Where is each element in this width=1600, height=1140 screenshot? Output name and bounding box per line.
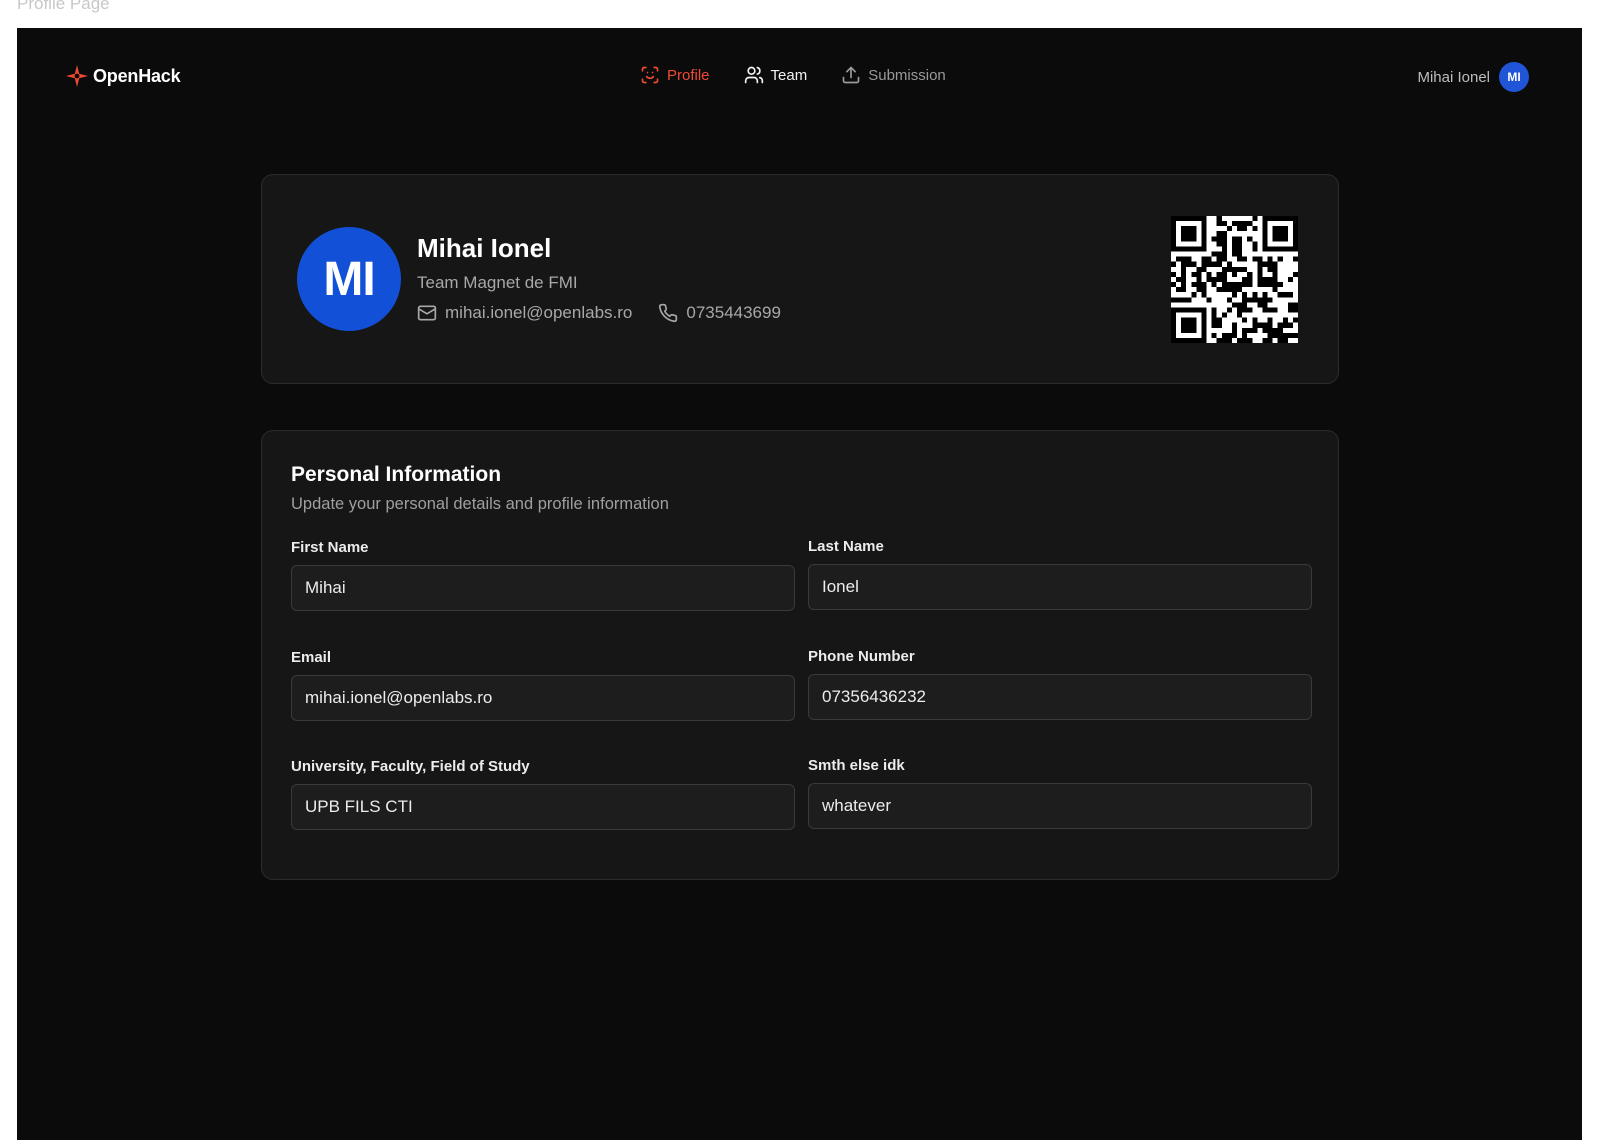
profile-team: Team Magnet de FMI — [417, 273, 578, 292]
other-field: Smth else idk — [808, 757, 1312, 829]
email-input[interactable] — [291, 675, 795, 721]
last-name-label: Last Name — [808, 538, 884, 555]
profile-avatar: MI — [297, 227, 401, 331]
frame-label: Profile Page — [17, 0, 110, 13]
main-nav: Profile Team Submission — [640, 65, 946, 85]
email-field: Email — [291, 649, 795, 721]
profile-summary-card: MI Mihai Ionel Team Magnet de FMI mihai.… — [261, 174, 1339, 384]
contact-email-text: mihai.ionel@openlabs.ro — [445, 303, 633, 322]
avatar: MI — [1499, 62, 1529, 92]
user-menu-name: Mihai Ionel — [1417, 68, 1490, 86]
university-field: University, Faculty, Field of Study — [291, 758, 795, 830]
contact-phone-text: 0735443699 — [686, 303, 781, 322]
other-input[interactable] — [808, 783, 1312, 829]
other-label: Smth else idk — [808, 757, 905, 774]
phone-label: Phone Number — [808, 648, 915, 665]
section-title: Personal Information — [291, 463, 502, 486]
first-name-field: First Name — [291, 539, 795, 611]
nav-item-label: Profile — [667, 66, 710, 84]
last-name-input[interactable] — [808, 564, 1312, 610]
last-name-field: Last Name — [808, 538, 1312, 610]
users-icon — [744, 66, 763, 84]
nav-item-submission[interactable]: Submission — [841, 65, 946, 85]
mail-icon — [417, 305, 437, 321]
upload-icon — [842, 66, 860, 84]
brand-logo[interactable]: OpenHack — [65, 64, 181, 88]
scan-face-icon — [641, 66, 659, 84]
nav-item-team[interactable]: Team — [744, 65, 808, 85]
email-label: Email — [291, 649, 332, 666]
qr-code-graphic — [1171, 216, 1298, 343]
phone-field: Phone Number — [808, 648, 1312, 720]
contact-phone: 0735443699 — [658, 303, 781, 323]
nav-item-label: Team — [770, 66, 808, 84]
contact-email: mihai.ionel@openlabs.ro — [417, 303, 632, 323]
qr-code-icon — [1171, 216, 1298, 343]
university-input[interactable] — [291, 784, 795, 830]
nav-item-label: Submission — [868, 66, 946, 84]
sparkle-icon — [66, 65, 88, 87]
phone-icon — [659, 303, 678, 323]
phone-input[interactable] — [808, 674, 1312, 720]
first-name-input[interactable] — [291, 565, 795, 611]
user-menu[interactable]: Mihai Ionel MI — [1417, 62, 1529, 92]
nav-item-profile[interactable]: Profile — [640, 65, 710, 85]
university-label: University, Faculty, Field of Study — [291, 758, 530, 775]
section-subtitle: Update your personal details and profile… — [291, 495, 669, 513]
personal-info-card: Personal Information Update your persona… — [261, 430, 1339, 880]
app-window: OpenHack Profile Team Submission Mihai I… — [17, 28, 1582, 1140]
profile-name: Mihai Ionel — [417, 233, 552, 263]
first-name-label: First Name — [291, 539, 369, 556]
top-navbar: OpenHack Profile Team Submission Mihai I… — [17, 28, 1582, 124]
contact-row: mihai.ionel@openlabs.ro 0735443699 — [417, 303, 781, 323]
brand-name: OpenHack — [93, 65, 181, 86]
